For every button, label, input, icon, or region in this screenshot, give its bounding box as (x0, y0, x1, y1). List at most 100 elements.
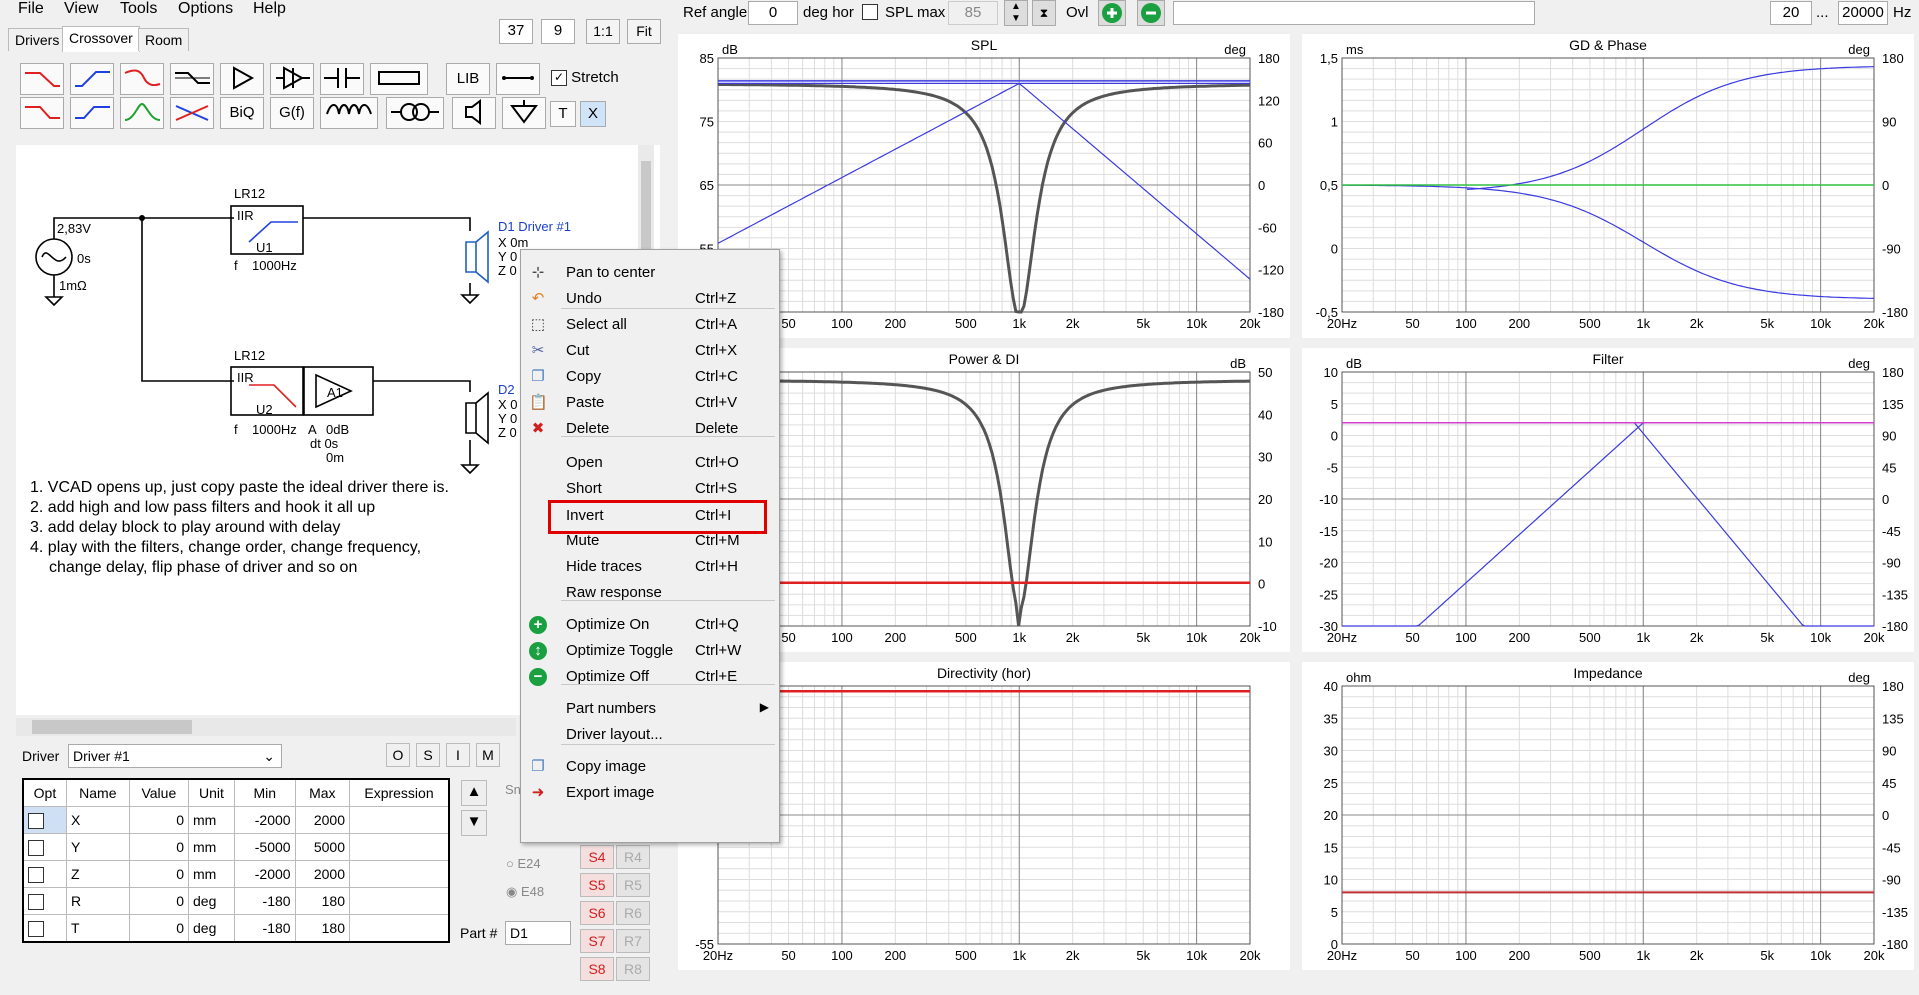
row-expression[interactable] (349, 806, 450, 834)
spl-max-checkbox[interactable] (862, 4, 878, 20)
context-menu-item-select-all[interactable]: ⬚ Select all Ctrl+A (521, 312, 779, 338)
context-menu-item-hide-traces[interactable]: Hide traces Ctrl+H (521, 554, 779, 580)
stretch-checkbox[interactable]: ✓ Stretch (551, 69, 619, 87)
part-number-input[interactable]: D1 (505, 921, 571, 945)
row-min[interactable]: -2000 (233, 806, 296, 834)
context-menu-item-optimize-off[interactable]: − Optimize Off Ctrl+E (521, 664, 779, 690)
menu-file[interactable]: File (18, 0, 44, 18)
row-value[interactable]: 0 (128, 806, 190, 834)
opt-checkbox[interactable] (28, 812, 44, 829)
inductor-button[interactable] (320, 97, 378, 129)
tab-room[interactable]: Room (138, 28, 190, 51)
context-menu-item-driver-layout[interactable]: Driver layout... (521, 722, 779, 748)
row-max[interactable]: 180 (294, 914, 351, 943)
context-menu-item-optimize-on[interactable]: + Optimize On Ctrl+Q (521, 612, 779, 638)
capacitor-button[interactable] (320, 63, 364, 95)
context-menu-item-mute[interactable]: Mute Ctrl+M (521, 528, 779, 554)
driver-select[interactable]: Driver #1 ⌄ (68, 744, 282, 768)
row-expression[interactable] (349, 887, 450, 915)
ratio-button[interactable]: 1:1 (586, 19, 620, 44)
highpass-blue-button[interactable] (70, 63, 114, 95)
range-toggle-button[interactable]: ⧗ (1032, 0, 1056, 26)
table-row[interactable]: T 0 deg -180 180 (22, 914, 450, 943)
wire-button[interactable] (496, 63, 540, 95)
table-row[interactable]: Y 0 mm -5000 5000 (22, 833, 450, 861)
table-row[interactable]: Z 0 mm -2000 2000 (22, 860, 450, 888)
row-max[interactable]: 180 (294, 887, 351, 915)
tab-crossover[interactable]: Crossover (62, 26, 140, 52)
opt-checkbox[interactable] (28, 866, 44, 883)
gd-phase-chart[interactable]: GD & Phase ms deg 1,5 1 0,5 0 -0,5 180 90 0 -90 -180… (1302, 34, 1914, 338)
impedance-chart[interactable]: Impedance ohm deg 40 35 30 25 20 15 10 5 0 180 135 90 4… (1302, 662, 1914, 970)
menu-view[interactable]: View (64, 0, 98, 18)
s6-button[interactable]: S6 (580, 901, 614, 925)
lowpass-red2-button[interactable] (20, 97, 64, 129)
s5-button[interactable]: S5 (580, 873, 614, 897)
speaker-button[interactable] (452, 97, 496, 129)
zoom-in-button[interactable] (1098, 0, 1126, 26)
filter-chart[interactable]: Filter dB deg 10 5 0 -5 -10 -15 -20 -25 -30 180 135 90… (1302, 348, 1914, 652)
row-expression[interactable] (349, 833, 450, 861)
opt-i-button[interactable]: I (446, 743, 470, 767)
lowpass-red-button[interactable] (20, 63, 64, 95)
bandpass-red-button[interactable] (120, 63, 164, 95)
s4-button[interactable]: S4 (580, 845, 614, 869)
row-max[interactable]: 5000 (294, 833, 351, 861)
s7-button[interactable]: S7 (580, 929, 614, 953)
table-row[interactable]: X 0 mm -2000 2000 (22, 806, 450, 834)
e24-radio[interactable]: ○ E24 (506, 856, 541, 871)
context-menu-item-raw-response[interactable]: Raw response (521, 580, 779, 606)
row-value[interactable]: 0 (128, 887, 190, 915)
highpass-blue2-button[interactable] (70, 97, 114, 129)
menu-help[interactable]: Help (253, 0, 286, 18)
status-field[interactable] (1173, 1, 1535, 25)
zoom-a-field[interactable]: 37 (499, 19, 533, 44)
bandpass-green-button[interactable] (120, 97, 164, 129)
context-menu-item-cut[interactable]: ✂ Cut Ctrl+X (521, 338, 779, 364)
move-up-button[interactable]: ▲ (461, 780, 487, 806)
menu-tools[interactable]: Tools (120, 0, 157, 18)
text-tool-button[interactable]: T (550, 101, 576, 127)
s8-button[interactable]: S8 (580, 957, 614, 981)
opt-m-button[interactable]: M (476, 743, 500, 767)
context-menu-item-open[interactable]: Open Ctrl+O (521, 450, 779, 476)
row-max[interactable]: 2000 (294, 860, 351, 888)
r6-button[interactable]: R6 (616, 901, 650, 925)
resistor-button[interactable] (370, 63, 428, 95)
x-tool-button[interactable]: X (580, 101, 606, 127)
opt-o-button[interactable]: O (386, 743, 410, 767)
row-value[interactable]: 0 (128, 833, 190, 861)
context-menu-item-export-image[interactable]: ➜ Export image (521, 780, 779, 806)
row-value[interactable]: 0 (128, 914, 190, 943)
gf-button[interactable]: G(f) (270, 97, 314, 129)
row-expression[interactable] (349, 914, 450, 943)
fit-button[interactable]: Fit (627, 19, 661, 44)
zoom-out-button[interactable] (1137, 0, 1165, 26)
context-menu-item-copy[interactable]: ❐ Copy Ctrl+C (521, 364, 779, 390)
row-min[interactable]: -180 (233, 914, 296, 943)
row-max[interactable]: 2000 (294, 806, 351, 834)
table-row[interactable]: R 0 deg -180 180 (22, 887, 450, 915)
menu-options[interactable]: Options (178, 0, 233, 18)
r4-button[interactable]: R4 (616, 845, 650, 869)
horizontal-scrollbar[interactable] (16, 718, 516, 736)
freq-min-input[interactable]: 20 (1770, 1, 1812, 25)
row-min[interactable]: -180 (233, 887, 296, 915)
row-min[interactable]: -2000 (233, 860, 296, 888)
context-menu-item-copy-image[interactable]: ❐ Copy image (521, 754, 779, 780)
spl-max-input[interactable]: 85 (948, 1, 998, 25)
zoom-b-field[interactable]: 9 (541, 19, 575, 44)
biquad-button[interactable]: BiQ (220, 97, 264, 129)
library-button[interactable]: LIB (446, 63, 490, 95)
context-menu-item-delete[interactable]: ✖ Delete Delete (521, 416, 779, 442)
context-menu-item-undo[interactable]: ↶ Undo Ctrl+Z (521, 286, 779, 312)
row-min[interactable]: -5000 (233, 833, 296, 861)
opt-checkbox[interactable] (28, 839, 44, 856)
transformer-button[interactable] (386, 97, 444, 129)
row-expression[interactable] (349, 860, 450, 888)
scroll-thumb[interactable] (32, 720, 192, 734)
r8-button[interactable]: R8 (616, 957, 650, 981)
e48-radio[interactable]: ◉ E48 (506, 884, 544, 900)
tab-drivers[interactable]: Drivers (8, 28, 67, 51)
opt-checkbox[interactable] (28, 920, 44, 937)
